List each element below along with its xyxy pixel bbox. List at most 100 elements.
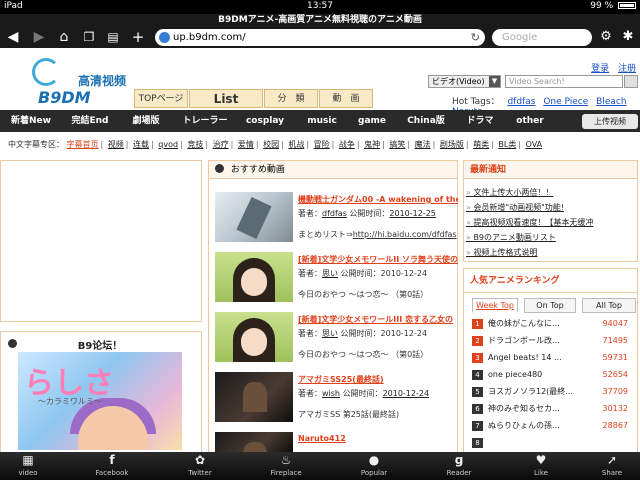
table-row[interactable]: 1 俺の妹がこんなに... 94047 xyxy=(470,316,634,332)
video-search-input[interactable]: Video Search! xyxy=(505,75,623,88)
author-link[interactable]: 思い xyxy=(322,269,338,278)
hot-tag[interactable]: dfdfas xyxy=(507,97,535,107)
rank-title[interactable]: 俺の妹がこんなに... xyxy=(488,316,588,332)
subcat-link[interactable]: 剧场版 xyxy=(440,140,464,149)
subcat-link[interactable]: 机战 xyxy=(288,140,304,149)
list-item[interactable]: Naruto412 xyxy=(215,432,455,452)
table-row[interactable]: 8 xyxy=(470,435,634,451)
add-bookmark-icon[interactable]: + xyxy=(129,28,147,46)
author-link[interactable]: dfdfas xyxy=(322,209,347,218)
table-row[interactable]: 3 Angel beats! 14 ... 59731 xyxy=(470,350,634,366)
tab-reader[interactable]: g Reader xyxy=(431,452,487,480)
settings-gear-icon[interactable]: ⚙ xyxy=(597,28,615,46)
tab-list[interactable]: List xyxy=(189,89,263,108)
nav-music[interactable]: music xyxy=(294,110,350,132)
news-item[interactable]: 视频上传格式说明 xyxy=(466,245,636,260)
video-thumbnail[interactable] xyxy=(215,432,293,452)
tab-video[interactable]: 動 画 xyxy=(319,89,373,108)
video-title-link[interactable]: アマガミSS25(最終話) xyxy=(298,374,458,385)
subcat-link[interactable]: 爱情 xyxy=(238,140,254,149)
tab-all-top[interactable]: All Top xyxy=(582,298,636,313)
nav-cosplay[interactable]: cosplay xyxy=(236,110,294,132)
video-thumbnail[interactable] xyxy=(215,192,293,242)
video-title-link[interactable]: [新着]文学少女メモワールII ソラ舞う天使の xyxy=(298,254,458,265)
video-type-select[interactable]: ビデオ(Video) ▼ xyxy=(428,75,501,88)
url-bar[interactable]: up.b9dm.com/ ↻ xyxy=(155,29,485,46)
tab-like[interactable]: ♥ Like xyxy=(513,452,569,480)
tab-popular[interactable]: ● Popular xyxy=(346,452,402,480)
table-row[interactable]: 4 one piece480 52654 xyxy=(470,367,634,383)
bookmarks-icon[interactable]: ▤ xyxy=(104,28,122,46)
rank-title[interactable]: ドラゴンボール改... xyxy=(488,333,588,349)
subcat-link[interactable]: 魔法 xyxy=(415,140,431,149)
subcat-link[interactable]: 竞技 xyxy=(187,140,203,149)
subcat-link[interactable]: 治疗 xyxy=(213,140,229,149)
nav-movie[interactable]: 劇場版 xyxy=(118,110,174,132)
tab-share[interactable]: ➚ Share xyxy=(584,452,640,480)
table-row[interactable]: 2 ドラゴンボール改... 71495 xyxy=(470,333,634,349)
tab-week-top[interactable]: Week Top xyxy=(472,298,518,313)
google-search-input[interactable]: Google xyxy=(492,29,592,46)
nav-new[interactable]: 新着New xyxy=(0,110,62,132)
upload-video-button[interactable]: 上传视频 xyxy=(582,114,638,129)
news-item[interactable]: 会员新增"动画视频"功能! xyxy=(466,200,636,215)
subcat-link[interactable]: 字幕首页 xyxy=(67,140,99,149)
tab-category[interactable]: 分 類 xyxy=(264,89,318,108)
nav-trailer[interactable]: トレーラー xyxy=(174,110,236,132)
forward-arrow-icon[interactable]: ▶ xyxy=(30,28,48,46)
subcat-link[interactable]: 校园 xyxy=(263,140,279,149)
home-icon[interactable]: ⌂ xyxy=(55,28,73,46)
tab-facebook[interactable]: f Facebook xyxy=(84,452,140,480)
nav-end[interactable]: 完結End xyxy=(62,110,118,132)
news-item[interactable]: B9のアニメ動画リスト xyxy=(466,230,636,245)
video-thumbnail[interactable] xyxy=(215,252,293,302)
forum-title[interactable]: B9论坛！ xyxy=(0,337,200,352)
forum-banner-image[interactable]: らしさ ～カラミワルミ～ xyxy=(18,352,182,450)
subcat-link[interactable]: qvod xyxy=(158,140,178,149)
table-row[interactable]: 6 神のみぞ知るセカ... 30132 xyxy=(470,401,634,417)
rank-title[interactable]: ヨスガノソラ12(最終... xyxy=(488,384,588,400)
author-link[interactable]: wish xyxy=(322,389,340,398)
video-title-link[interactable]: [新着]文学少女メモワールIII 恋する乙女の xyxy=(298,314,458,325)
subcat-link[interactable]: 战争 xyxy=(339,140,355,149)
video-search-button[interactable] xyxy=(624,75,638,88)
nav-china[interactable]: China版 xyxy=(394,110,458,132)
nav-game[interactable]: game xyxy=(350,110,394,132)
tab-fireplace[interactable]: ♨ Fireplace xyxy=(258,452,314,480)
list-item[interactable]: 機動戦士ガンダム00 -A wakening of the 著者：dfdfas … xyxy=(215,192,458,246)
menu-icon[interactable]: ✱ xyxy=(619,28,637,46)
nav-drama[interactable]: ドラマ xyxy=(458,110,502,132)
subcat-link[interactable]: 鬼神 xyxy=(364,140,380,149)
subcat-link[interactable]: OVA xyxy=(526,140,543,149)
hot-tag[interactable]: One Piece xyxy=(543,97,588,107)
video-thumbnail[interactable] xyxy=(215,372,293,422)
login-link[interactable]: 登录 xyxy=(591,64,609,74)
author-link[interactable]: 思い xyxy=(322,329,338,338)
refresh-icon[interactable]: ↻ xyxy=(471,29,480,46)
tabs-icon[interactable]: ❐ xyxy=(80,28,98,46)
subcat-link[interactable]: 视频 xyxy=(108,140,124,149)
rank-title[interactable]: ぬらりひょんの孫... xyxy=(488,418,588,434)
table-row[interactable]: 5 ヨスガノソラ12(最終... 37709 xyxy=(470,384,634,400)
tab-on-top[interactable]: On Top xyxy=(524,298,576,313)
subcat-link[interactable]: 冒险 xyxy=(314,140,330,149)
rank-title[interactable]: 神のみぞ知るセカ... xyxy=(488,401,588,417)
rank-title[interactable]: one piece480 xyxy=(488,367,588,383)
list-item[interactable]: [新着]文学少女メモワールII ソラ舞う天使の 著者：思い 公開时间：2010-… xyxy=(215,252,458,306)
subcat-link[interactable]: 萌类 xyxy=(473,140,489,149)
list-item[interactable]: [新着]文学少女メモワールIII 恋する乙女の 著者：思い 公開时间：2010-… xyxy=(215,312,455,366)
news-item[interactable]: 文件上传大小两倍！！ xyxy=(466,185,636,200)
video-title-link[interactable]: 機動戦士ガンダム00 -A wakening of the xyxy=(298,194,458,205)
video-thumbnail[interactable] xyxy=(215,312,293,362)
site-logo[interactable]: 高清视频 B9DM xyxy=(28,56,138,107)
subcat-link[interactable]: BL类 xyxy=(498,140,516,149)
subcat-link[interactable]: 搞笑 xyxy=(389,140,405,149)
subcat-link[interactable]: 连载 xyxy=(133,140,149,149)
desc-link[interactable]: http://hi.baidu.com/dfdfas xyxy=(353,230,457,239)
table-row[interactable]: 7 ぬらりひょんの孫... 28867 xyxy=(470,418,634,434)
list-item[interactable]: アマガミSS25(最終話) 著者：wish 公開时间：2010-12-24 アマ… xyxy=(215,372,455,426)
rank-title[interactable]: Angel beats! 14 ... xyxy=(488,350,588,366)
back-arrow-icon[interactable]: ◀ xyxy=(4,28,22,46)
register-link[interactable]: 注册 xyxy=(618,64,636,74)
tab-video[interactable]: ▦ video xyxy=(0,452,56,480)
